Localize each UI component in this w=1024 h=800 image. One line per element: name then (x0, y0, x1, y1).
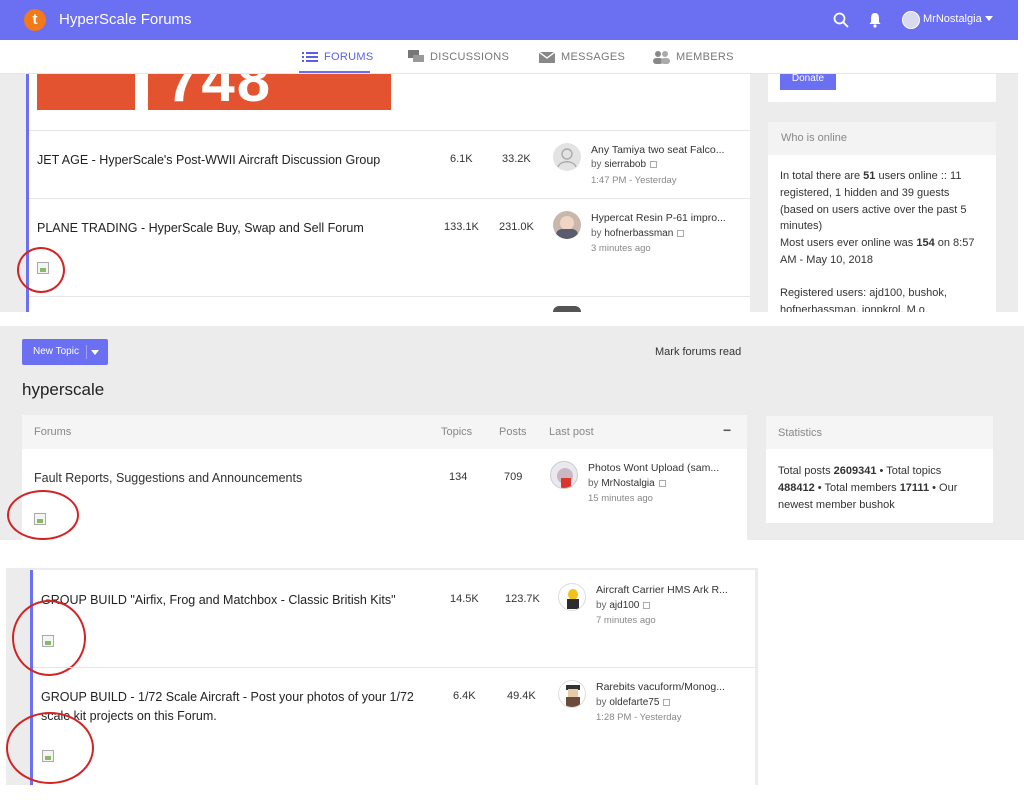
goto-post-icon[interactable] (677, 229, 685, 237)
last-post-link[interactable]: Hypercat Resin P-61 impro... (591, 212, 726, 224)
last-post-link[interactable]: Photos Wont Upload (sam... (588, 462, 719, 474)
tab-discussions-label: DISCUSSIONS (430, 51, 510, 63)
last-post-user-link[interactable]: ajd100 (609, 600, 639, 611)
avatar[interactable] (553, 143, 581, 171)
bell-icon[interactable] (866, 11, 884, 29)
last-post-by-label: by (596, 600, 607, 611)
tab-forums[interactable]: FORUMS (302, 40, 373, 74)
category-title[interactable]: hyperscale (22, 380, 104, 400)
avatar[interactable] (558, 583, 586, 611)
annotation-circle (7, 490, 79, 540)
last-post-link[interactable]: Any Tamiya two seat Falco... (591, 144, 724, 156)
search-icon[interactable] (832, 11, 850, 29)
tab-members[interactable]: MEMBERS (652, 40, 734, 74)
last-post-by-label: by (588, 478, 599, 489)
forum-post-count: 33.2K (502, 153, 531, 165)
last-post-user-link[interactable]: sierrabob (604, 159, 646, 170)
who-is-online-text: In total there are 51 users online :: 11… (780, 170, 975, 312)
forum-title-link[interactable]: PLANE TRADING - HyperScale Buy, Swap and… (37, 221, 364, 235)
mark-forums-read-link[interactable]: Mark forums read (655, 346, 741, 358)
forum-post-count: 231.0K (499, 221, 534, 233)
username-label[interactable]: MrNostalgia (923, 13, 982, 25)
user-avatar[interactable] (902, 11, 920, 29)
users-icon (653, 51, 670, 65)
row-divider (33, 667, 755, 668)
collapse-icon[interactable]: − (723, 422, 731, 438)
forum-title-link[interactable]: GROUP BUILD - 1/72 Scale Aircraft - Post… (41, 690, 414, 704)
forum-table-header (22, 415, 747, 449)
last-post-by-label: by (591, 228, 602, 239)
row-divider (29, 130, 750, 131)
annotation-circle (6, 712, 94, 784)
last-post-time: 7 minutes ago (596, 615, 656, 626)
avatar[interactable] (550, 461, 578, 489)
forum-title-link[interactable]: JET AGE - HyperScale's Post-WWII Aircraf… (37, 153, 380, 167)
donate-label: Donate (791, 73, 825, 84)
annotation-circle (12, 600, 86, 676)
column-header-last-post: Last post (549, 426, 594, 438)
row-divider (29, 198, 750, 199)
chat-icon (408, 50, 424, 63)
annotation-circle (17, 247, 65, 293)
forum-topic-count: 134 (449, 471, 468, 483)
forum-post-count: 123.7K (505, 593, 540, 605)
active-tab-indicator (299, 71, 370, 73)
statistics-heading: Statistics (778, 427, 823, 439)
main-nav: FORUMS DISCUSSIONS MESSAGES MEMBERS (0, 40, 1018, 74)
forum-post-count: 49.4K (507, 690, 536, 702)
last-post-link[interactable]: Aircraft Carrier HMS Ark R... (596, 584, 728, 596)
column-header-posts: Posts (499, 426, 527, 438)
tab-messages[interactable]: MESSAGES (539, 40, 625, 74)
row-divider (29, 296, 750, 297)
avatar[interactable] (553, 211, 581, 239)
goto-post-icon[interactable] (650, 160, 658, 168)
last-post-by-label: by (596, 697, 607, 708)
tab-discussions[interactable]: DISCUSSIONS (408, 40, 509, 74)
envelope-icon (539, 51, 555, 64)
statistics-text: Total posts 2609341 • Total topics 48841… (778, 465, 958, 511)
forum-title-link[interactable]: Fault Reports, Suggestions and Announcem… (34, 471, 302, 485)
goto-post-icon[interactable] (663, 698, 671, 706)
forum-topic-count: 14.5K (450, 593, 479, 605)
forum-topic-count: 6.4K (453, 690, 476, 702)
forum-banner-image-left (37, 74, 135, 110)
top-app-bar: t HyperScale Forums MrNostalgia (0, 0, 1018, 40)
forum-topic-count: 6.1K (450, 153, 473, 165)
default-user-icon (557, 148, 577, 168)
last-post-time: 15 minutes ago (588, 493, 653, 504)
donate-button[interactable]: Donate (780, 74, 836, 90)
last-post-by-label: by (591, 159, 602, 170)
last-post-time: 3 minutes ago (591, 243, 651, 254)
goto-post-icon[interactable] (658, 479, 666, 487)
section-gap (0, 312, 1024, 326)
app-title[interactable]: HyperScale Forums (59, 11, 192, 28)
last-post-user-link[interactable]: hofnerbassman (604, 228, 673, 239)
forum-post-count: 709 (504, 471, 523, 483)
new-topic-label: New Topic (33, 346, 79, 357)
last-post-time: 1:28 PM - Yesterday (596, 712, 682, 723)
app-logo[interactable]: t (24, 9, 46, 31)
tab-forums-label: FORUMS (324, 51, 374, 63)
list-icon (302, 52, 318, 63)
column-header-topics: Topics (441, 426, 473, 438)
last-post-link[interactable]: Rarebits vacuform/Monog... (596, 681, 725, 693)
last-post-user-link[interactable]: oldefarte75 (609, 697, 659, 708)
column-header-forums: Forums (34, 426, 72, 438)
last-post-time: 1:47 PM - Yesterday (591, 175, 677, 186)
new-topic-button[interactable]: New Topic (22, 339, 108, 365)
forum-topic-count: 133.1K (444, 221, 479, 233)
banner-text: 748 (166, 74, 273, 110)
chevron-down-icon[interactable] (91, 350, 99, 355)
forum-banner-image-right: 748 (148, 74, 391, 110)
who-is-online-heading: Who is online (781, 132, 848, 144)
tab-members-label: MEMBERS (676, 51, 734, 63)
forum-title-link[interactable]: GROUP BUILD "Airfix, Frog and Matchbox -… (41, 593, 396, 607)
goto-post-icon[interactable] (643, 601, 651, 609)
avatar[interactable] (558, 680, 586, 708)
last-post-user-link[interactable]: MrNostalgia (601, 478, 654, 489)
chevron-down-icon[interactable] (985, 16, 993, 21)
tab-messages-label: MESSAGES (561, 51, 626, 63)
